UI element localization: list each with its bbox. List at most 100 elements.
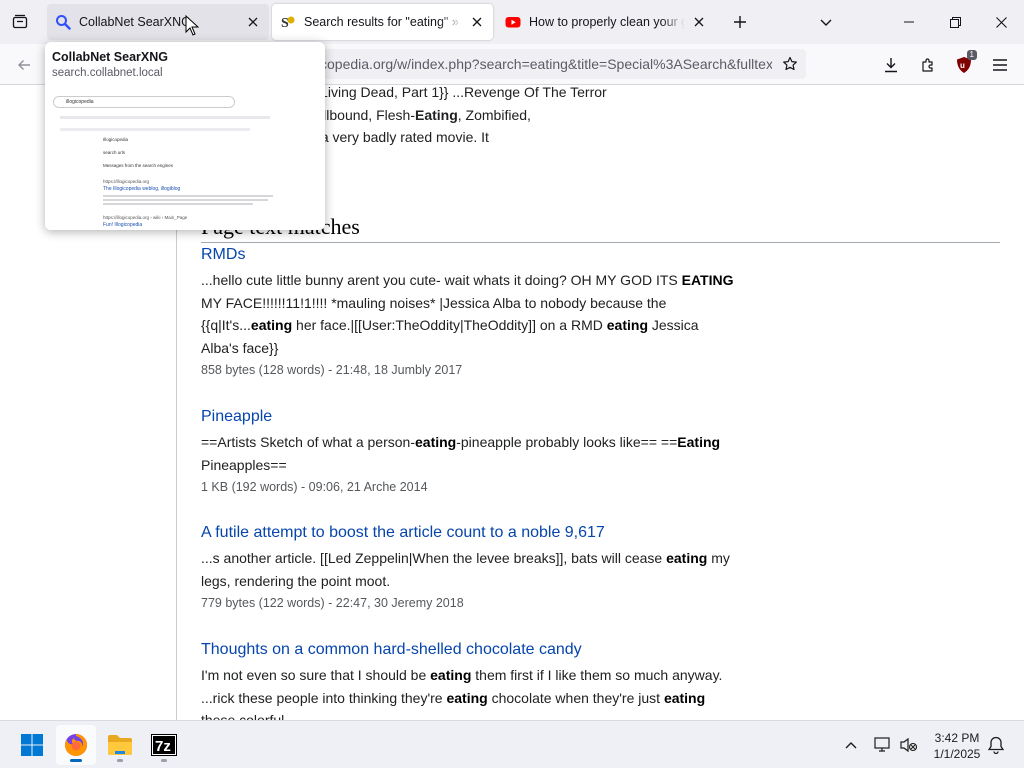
mouse-cursor-icon xyxy=(185,15,199,36)
snippet-text: her face.|[[User:TheOddity|TheOddity]] o… xyxy=(292,317,607,333)
thumb-search-box: illogicopedia xyxy=(53,96,235,108)
thumb-text-line xyxy=(103,203,253,205)
preview-url: search.collabnet.local xyxy=(52,67,163,79)
chevron-down-icon xyxy=(820,19,832,26)
taskbar-firefox[interactable] xyxy=(56,725,96,765)
result-title-link[interactable]: A futile attempt to boost the article co… xyxy=(201,524,761,542)
tab-searxng[interactable]: CollabNet SearXNG xyxy=(47,4,269,40)
highlight-term: Eating xyxy=(677,434,721,450)
youtube-favicon-icon xyxy=(505,14,521,30)
restore-button[interactable] xyxy=(932,0,978,44)
network-icon xyxy=(874,737,890,752)
highlight-term: eating xyxy=(666,550,708,566)
show-hidden-icons-button[interactable] xyxy=(841,735,861,755)
highlight-term: eating xyxy=(446,689,488,706)
plus-icon xyxy=(734,16,746,28)
extensions-button[interactable] xyxy=(915,52,941,78)
snippet-text: chocolate when they're just xyxy=(487,689,664,706)
search-result: Thoughts on a common hard-shelled chocol… xyxy=(201,641,761,720)
result-meta: 779 bytes (122 words) - 22:47, 30 Jeremy… xyxy=(201,596,464,610)
result-title-link[interactable]: Thoughts on a common hard-shelled chocol… xyxy=(201,641,761,659)
ublock-count-badge: 1 xyxy=(966,50,977,60)
highlight-term: EATING xyxy=(681,272,734,288)
volume-muted-icon xyxy=(900,737,918,753)
chevron-up-icon xyxy=(845,742,857,749)
star-icon xyxy=(783,56,797,71)
highlight-term: eating xyxy=(606,317,648,333)
close-icon xyxy=(995,16,1007,28)
list-all-tabs-button[interactable] xyxy=(814,10,838,34)
tab-youtube[interactable]: How to properly clean your garage - YouT… xyxy=(497,4,715,40)
firefox-icon xyxy=(65,734,87,756)
snippet-text: ...hello cute little bunny arent you cut… xyxy=(201,272,682,288)
system-clock[interactable]: 3:42 PM 1/1/2025 xyxy=(924,730,990,762)
preview-title: CollabNet SearXNG xyxy=(52,50,169,64)
clock-date: 1/1/2025 xyxy=(933,747,981,761)
tab-hover-preview: CollabNet SearXNG search.collabnet.local… xyxy=(45,42,325,230)
result-title-link[interactable]: RMDs xyxy=(201,246,761,264)
firefox-view-icon xyxy=(12,14,28,29)
result-meta: 1 KB (192 words) - 09:06, 21 Arche 2014 xyxy=(201,480,428,494)
restore-icon xyxy=(949,16,961,28)
search-result: Pineapple ==Artists Sketch of what a pers… xyxy=(201,408,761,494)
taskbar-file-explorer[interactable] xyxy=(100,725,140,765)
minimize-button[interactable] xyxy=(886,0,932,44)
ublock-origin-button[interactable]: u 1 xyxy=(951,50,977,78)
thumb-link: search urls xyxy=(103,150,126,155)
folder-icon xyxy=(108,735,132,755)
bell-icon xyxy=(988,736,1004,754)
tab-strip: CollabNet SearXNG S Search results for "… xyxy=(0,0,1024,44)
notifications-button[interactable] xyxy=(986,735,1006,755)
thumb-result-title: Fun! Illogicopedia xyxy=(103,222,143,228)
close-window-button[interactable] xyxy=(978,0,1024,44)
windows-taskbar: 7z 3:42 PM 1/1/2025 xyxy=(0,720,1024,768)
running-indicator xyxy=(117,759,123,762)
close-tab-icon[interactable] xyxy=(469,14,485,30)
network-button[interactable] xyxy=(873,735,893,755)
url-text[interactable]: illogicopedia.org/w/index.php?search=eat… xyxy=(292,56,772,72)
thumb-text-line xyxy=(103,195,273,197)
volume-button[interactable] xyxy=(899,735,919,755)
bookmark-star-button[interactable] xyxy=(780,54,800,74)
app-menu-button[interactable] xyxy=(987,52,1013,78)
snippet-text: -pineapple probably looks like== == xyxy=(456,434,678,450)
search-result: RMDs ...hello cute little bunny arent you… xyxy=(201,246,761,377)
download-icon xyxy=(885,58,897,73)
thumb-text-line xyxy=(103,199,268,201)
puzzle-icon xyxy=(922,58,933,72)
clock-time: 3:42 PM xyxy=(934,731,980,745)
back-button[interactable] xyxy=(12,53,36,77)
running-indicator xyxy=(161,759,167,762)
taskbar-7zip[interactable]: 7z xyxy=(144,725,184,765)
result-snippet: ...hello cute little bunny arent you cut… xyxy=(201,269,737,359)
close-tab-icon[interactable] xyxy=(691,14,707,30)
firefox-view-button[interactable] xyxy=(8,10,32,34)
active-indicator xyxy=(70,759,82,762)
search-favicon-icon xyxy=(55,14,71,30)
svg-text:u: u xyxy=(960,61,965,70)
back-arrow-icon xyxy=(18,60,30,70)
start-button[interactable] xyxy=(12,725,52,765)
snippet-text: ==Artists Sketch of what a person- xyxy=(201,434,415,450)
svg-text:7z: 7z xyxy=(155,738,171,755)
tab-illogicopedia[interactable]: S Search results for "eating" » Illogico… xyxy=(272,4,493,40)
search-result: A futile attempt to boost the article co… xyxy=(201,524,761,610)
snippet-text: ...s another article. [[Led Zeppelin|Whe… xyxy=(201,550,667,566)
close-tab-icon[interactable] xyxy=(245,14,261,30)
result-title-link[interactable]: Pineapple xyxy=(201,408,761,426)
snippet-text: Pineapples== xyxy=(201,456,287,473)
result-snippet: I'm not even so sure that I should be ea… xyxy=(201,664,737,720)
thumb-result-url: https://illogicopedia.org xyxy=(103,179,150,184)
svg-text:S: S xyxy=(281,16,289,30)
downloads-button[interactable] xyxy=(878,52,904,78)
thumb-tabs-row xyxy=(60,116,270,119)
thumb-result-url: https://illogicopedia.org › wiki › Main_… xyxy=(103,215,188,220)
new-tab-button[interactable] xyxy=(728,10,752,34)
thumb-filter-row xyxy=(60,128,250,131)
windows-logo-icon xyxy=(21,734,43,756)
snippet-text: these colorful... xyxy=(201,712,296,720)
minimize-icon xyxy=(904,21,914,23)
highlight-term: eating xyxy=(663,689,706,706)
tab-title: How to properly clean your garage - YouT… xyxy=(529,15,685,29)
snippet-text: I'm not even so sure that I should be xyxy=(201,667,431,683)
